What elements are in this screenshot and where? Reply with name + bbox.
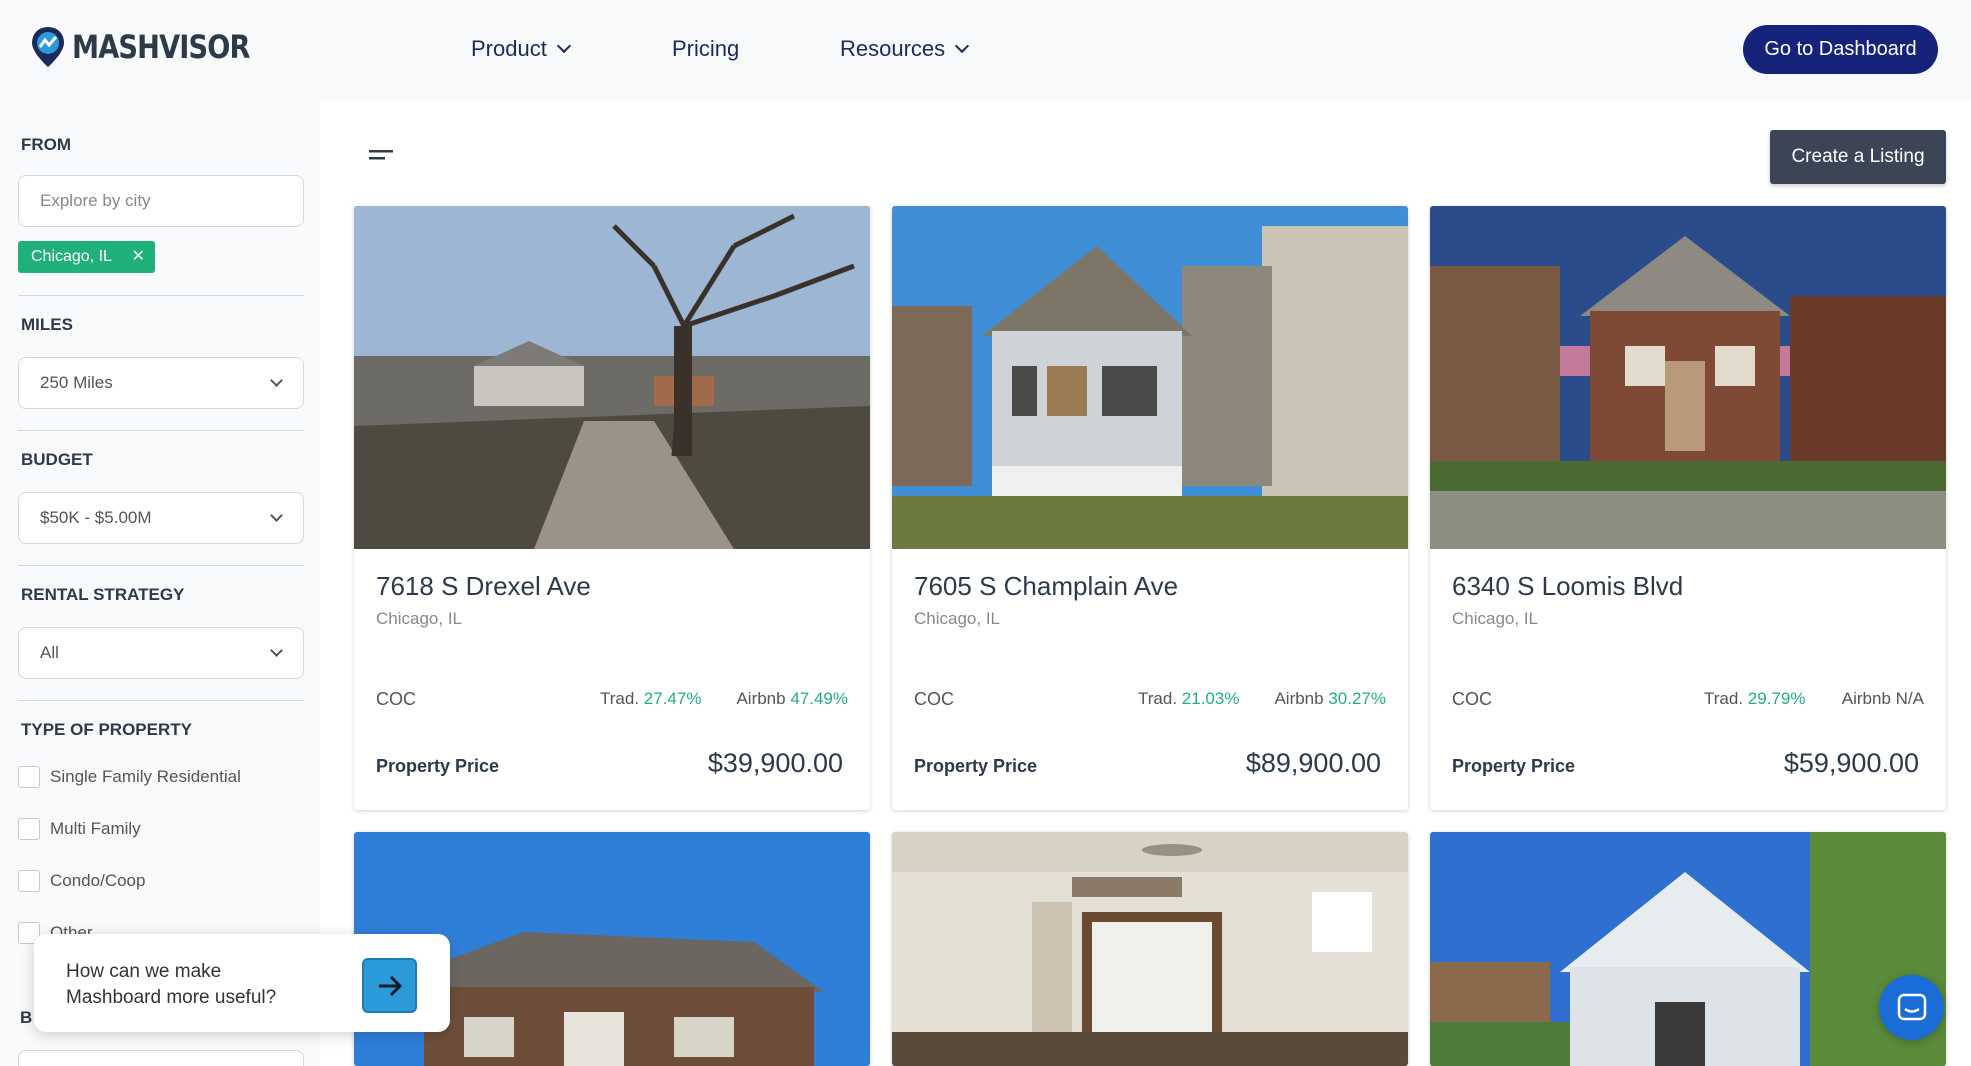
- property-price: $59,900.00: [1783, 748, 1919, 778]
- property-type-option[interactable]: Condo/Coop: [18, 870, 145, 892]
- trad-coc: Trad. 21.03%: [1138, 689, 1239, 709]
- airbnb-label: Airbnb: [736, 689, 786, 708]
- rental-strategy-value: All: [40, 643, 59, 662]
- listing-card[interactable]: 7618 S Drexel Ave Chicago, IL COC Trad. …: [354, 206, 870, 810]
- section-label-partial: B: [20, 1008, 33, 1027]
- checkbox[interactable]: [18, 766, 40, 788]
- coc-label: COC: [1452, 689, 1492, 709]
- airbnb-coc-value: 47.49%: [790, 689, 848, 708]
- nav-pricing-label: Pricing: [672, 36, 740, 61]
- coc-label: COC: [376, 689, 416, 709]
- airbnb-coc-value: 30.27%: [1328, 689, 1386, 708]
- close-icon[interactable]: ✕: [132, 246, 145, 266]
- chevron-down-icon: [556, 38, 571, 54]
- rental-strategy-select[interactable]: All: [18, 627, 304, 679]
- listing-card[interactable]: [892, 832, 1408, 1066]
- property-type-option-label: Multi Family: [50, 819, 141, 838]
- property-type-label: TYPE OF PROPERTY: [21, 720, 192, 739]
- trad-coc-value: 29.79%: [1747, 689, 1806, 708]
- property-photo: [1430, 206, 1946, 549]
- partial-select[interactable]: [18, 1050, 304, 1066]
- trad-coc-value: 21.03%: [1181, 689, 1240, 708]
- city-tag-label: Chicago, IL: [31, 248, 112, 265]
- property-type-option[interactable]: Single Family Residential: [18, 766, 241, 788]
- mashvisor-logo[interactable]: MASHVISOR: [30, 25, 281, 69]
- property-type-option[interactable]: Multi Family: [18, 818, 141, 840]
- property-price-label: Property Price: [914, 756, 1038, 776]
- checkbox[interactable]: [18, 870, 40, 892]
- property-photo: [892, 832, 1408, 1066]
- airbnb-coc: Airbnb N/A: [1842, 689, 1924, 709]
- coc-label: COC: [914, 689, 954, 709]
- checkbox[interactable]: [18, 818, 40, 840]
- property-photo: [354, 206, 870, 549]
- listing-city: Chicago, IL: [1452, 609, 1538, 628]
- top-header: MASHVISOR Product Pricing Resources Go t…: [0, 0, 1971, 100]
- chevron-down-icon: [270, 374, 283, 387]
- airbnb-coc: Airbnb 30.27%: [1274, 689, 1386, 709]
- logo-pin-icon: [32, 27, 64, 67]
- from-label: FROM: [21, 135, 72, 154]
- nav-resources[interactable]: Resources: [840, 36, 970, 62]
- property-price-label: Property Price: [1452, 756, 1576, 776]
- nav-pricing[interactable]: Pricing: [672, 36, 739, 62]
- airbnb-coc: Airbnb 47.49%: [736, 689, 848, 709]
- divider: [18, 295, 304, 296]
- airbnb-coc-value: N/A: [1895, 689, 1924, 708]
- arrow-right-icon: [378, 975, 402, 996]
- property-price: $39,900.00: [707, 748, 843, 778]
- divider: [18, 565, 304, 566]
- go-to-dashboard-button[interactable]: Go to Dashboard: [1743, 25, 1938, 74]
- chevron-down-icon: [955, 38, 970, 54]
- listing-address: 7605 S Champlain Ave: [914, 571, 1179, 601]
- trad-coc: Trad. 27.47%: [600, 689, 701, 709]
- nav-product-label: Product: [471, 36, 547, 61]
- property-type-option-label: Single Family Residential: [50, 767, 241, 786]
- trad-label: Trad.: [1138, 689, 1178, 708]
- chat-launcher-button[interactable]: [1879, 975, 1944, 1040]
- budget-select[interactable]: $50K - $5.00M: [18, 492, 304, 544]
- rental-strategy-label: RENTAL STRATEGY: [21, 585, 185, 604]
- feedback-submit-button[interactable]: [362, 958, 417, 1013]
- menu-icon[interactable]: [369, 150, 393, 162]
- miles-select[interactable]: 250 Miles: [18, 357, 304, 409]
- airbnb-label: Airbnb: [1841, 689, 1891, 708]
- listing-address: 6340 S Loomis Blvd: [1452, 571, 1684, 601]
- budget-label: BUDGET: [21, 450, 93, 469]
- listing-card[interactable]: 6340 S Loomis Blvd Chicago, IL COC Trad.…: [1430, 206, 1946, 810]
- property-photo: [892, 206, 1408, 549]
- city-search-input[interactable]: Explore by city: [18, 175, 304, 227]
- trad-label: Trad.: [600, 689, 640, 708]
- budget-value: $50K - $5.00M: [40, 508, 152, 527]
- airbnb-label: Airbnb: [1274, 689, 1324, 708]
- divider: [18, 700, 304, 701]
- divider: [18, 430, 304, 431]
- feedback-prompt: How can we make Mashboard more useful?: [66, 961, 277, 1008]
- chat-icon: [1897, 993, 1926, 1020]
- trad-coc: Trad. 29.79%: [1704, 689, 1805, 709]
- miles-value: 250 Miles: [40, 373, 113, 392]
- listing-card[interactable]: [1430, 832, 1946, 1066]
- listing-city: Chicago, IL: [376, 609, 462, 628]
- property-type-option-label: Condo/Coop: [50, 871, 146, 890]
- listing-card[interactable]: 7605 S Champlain Ave Chicago, IL COC Tra…: [892, 206, 1408, 810]
- property-photo: [1430, 832, 1946, 1066]
- trad-label: Trad.: [1704, 689, 1744, 708]
- city-filter-tag: Chicago, IL ✕: [18, 241, 155, 273]
- trad-coc-value: 27.47%: [643, 689, 702, 708]
- brand-name: MASHVISOR: [72, 28, 251, 66]
- create-listing-button[interactable]: Create a Listing: [1770, 130, 1946, 184]
- feedback-popup[interactable]: How can we make Mashboard more useful?: [34, 934, 450, 1032]
- listing-city: Chicago, IL: [914, 609, 1000, 628]
- property-price: $89,900.00: [1245, 748, 1381, 778]
- filter-sidebar: FROM Explore by city Chicago, IL ✕ MILES…: [0, 100, 320, 1066]
- miles-label: MILES: [21, 315, 73, 334]
- property-price-label: Property Price: [376, 756, 500, 776]
- chevron-down-icon: [270, 644, 283, 657]
- chevron-down-icon: [270, 509, 283, 522]
- nav-resources-label: Resources: [840, 36, 946, 61]
- listing-address: 7618 S Drexel Ave: [376, 571, 591, 601]
- nav-product[interactable]: Product: [471, 36, 571, 62]
